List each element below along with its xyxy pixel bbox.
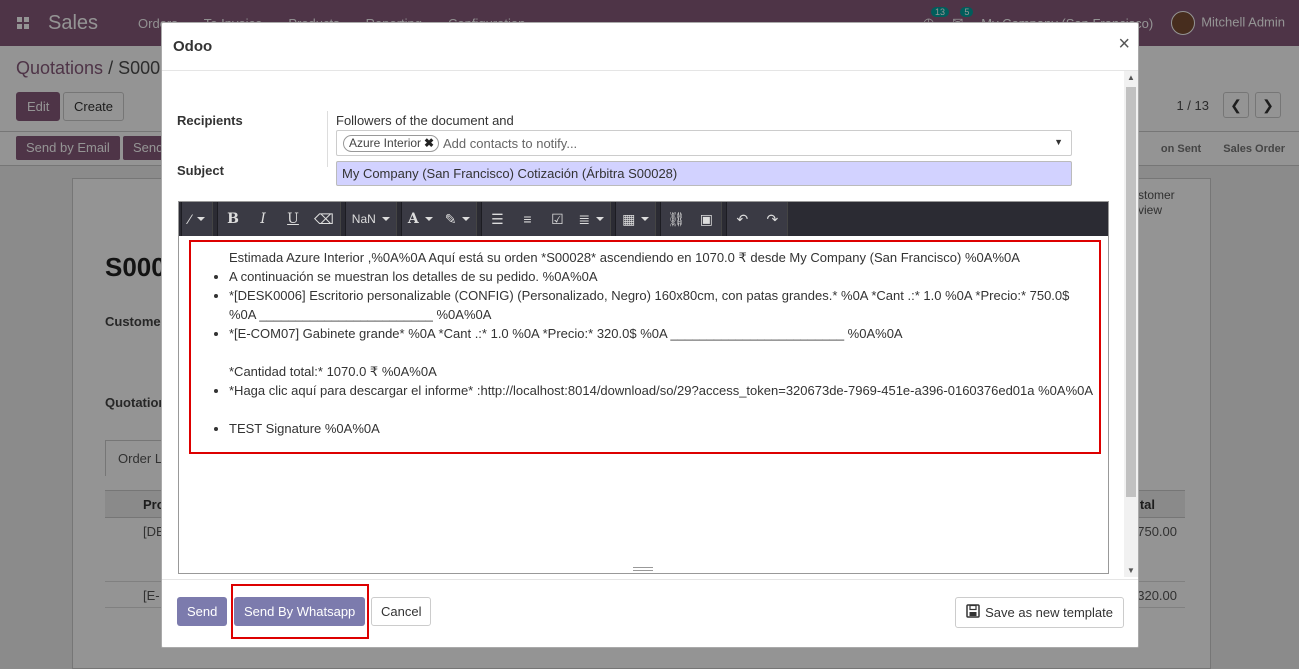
bold-icon[interactable]: B [218,202,248,236]
body-list-3: TEST Signature %0A%0A [229,419,1099,438]
checklist-icon[interactable]: ☑ [542,202,573,236]
divider [327,111,328,167]
dialog-body: Recipients Followers of the document and… [162,71,1126,577]
bullet-list-icon[interactable]: ☰ [482,202,513,236]
numbered-list-icon[interactable]: ≡ [512,202,543,236]
brush-icon[interactable]: ✎ [438,202,477,236]
cancel-button[interactable]: Cancel [371,597,432,626]
recipient-tag-label: Azure Interior [349,136,422,150]
list-item: *Haga clic aquí para descargar el inform… [229,381,1099,400]
underline-icon[interactable]: U [278,202,308,236]
scrollbar-thumb[interactable] [1126,87,1136,497]
editor-toolbar: ⁄ B I U ⌫ NaN A ✎ ☰ ≡ ☑ ≣ ▦ ⛓ ▣ ↶ ↷ [179,202,1108,236]
dialog-footer: Send Send By Whatsapp Cancel Save as new… [162,579,1138,647]
eraser-icon[interactable]: ⌫ [308,202,340,236]
followers-text: Followers of the document and [336,113,514,128]
image-icon[interactable]: ▣ [691,202,722,236]
align-icon[interactable]: ≣ [572,202,611,236]
list-item: TEST Signature %0A%0A [229,419,1099,438]
recipients-input[interactable]: Azure Interior ✖ Add contacts to notify..… [336,130,1072,156]
link-icon[interactable]: ⛓ [661,202,692,236]
html-editor: ⁄ B I U ⌫ NaN A ✎ ☰ ≡ ☑ ≣ ▦ ⛓ ▣ ↶ ↷ Esti… [178,201,1109,574]
undo-icon[interactable]: ↶ [727,202,758,236]
close-icon[interactable]: × [1118,34,1130,54]
list-item: *[E-COM07] Gabinete grande* %0A *Cant .:… [229,324,1099,343]
font-color-icon[interactable]: A [401,202,439,236]
magic-wand-icon[interactable]: ⁄ [182,202,212,236]
scroll-down-icon[interactable]: ▼ [1127,566,1135,575]
caret-down-icon[interactable]: ▼ [1054,137,1063,147]
table-icon[interactable]: ▦ [616,202,656,236]
font-size-dropdown[interactable]: NaN [345,202,396,236]
scroll-up-icon[interactable]: ▲ [1127,73,1135,82]
contacts-placeholder: Add contacts to notify... [443,136,578,151]
recipient-tag: Azure Interior ✖ [343,135,440,152]
editor-resize-handle[interactable] [633,567,653,571]
dialog-header: Odoo × [162,23,1138,71]
save-as-template-label: Save as new template [985,605,1113,620]
subject-label: Subject [177,163,224,178]
body-intro: Estimada Azure Interior ,%0A%0A Aquí est… [229,250,1020,265]
dialog-scrollbar[interactable]: ▲ ▼ [1124,71,1138,577]
list-item: A continuación se muestran los detalles … [229,267,1099,286]
subject-field[interactable]: My Company (San Francisco) Cotización (Á… [336,161,1072,186]
save-as-template-button[interactable]: Save as new template [955,597,1124,628]
body-list: A continuación se muestran los detalles … [229,267,1099,343]
italic-icon[interactable]: I [248,202,278,236]
list-item: *[DESK0006] Escritorio personalizable (C… [229,286,1099,324]
body-list-2: *Haga clic aquí para descargar el inform… [229,381,1099,400]
send-by-whatsapp-button[interactable]: Send By Whatsapp [234,597,366,626]
message-body[interactable]: Estimada Azure Interior ,%0A%0A Aquí est… [189,240,1101,454]
body-total: *Cantidad total:* 1070.0 ₹ %0A%0A [229,364,437,379]
tag-remove-icon[interactable]: ✖ [424,136,434,150]
compose-dialog: Odoo × Recipients Followers of the docum… [161,22,1139,648]
floppy-disk-icon [966,604,980,621]
send-button[interactable]: Send [177,597,228,626]
dialog-title: Odoo [173,38,213,55]
redo-icon[interactable]: ↷ [757,202,788,236]
recipients-label: Recipients [177,113,243,128]
